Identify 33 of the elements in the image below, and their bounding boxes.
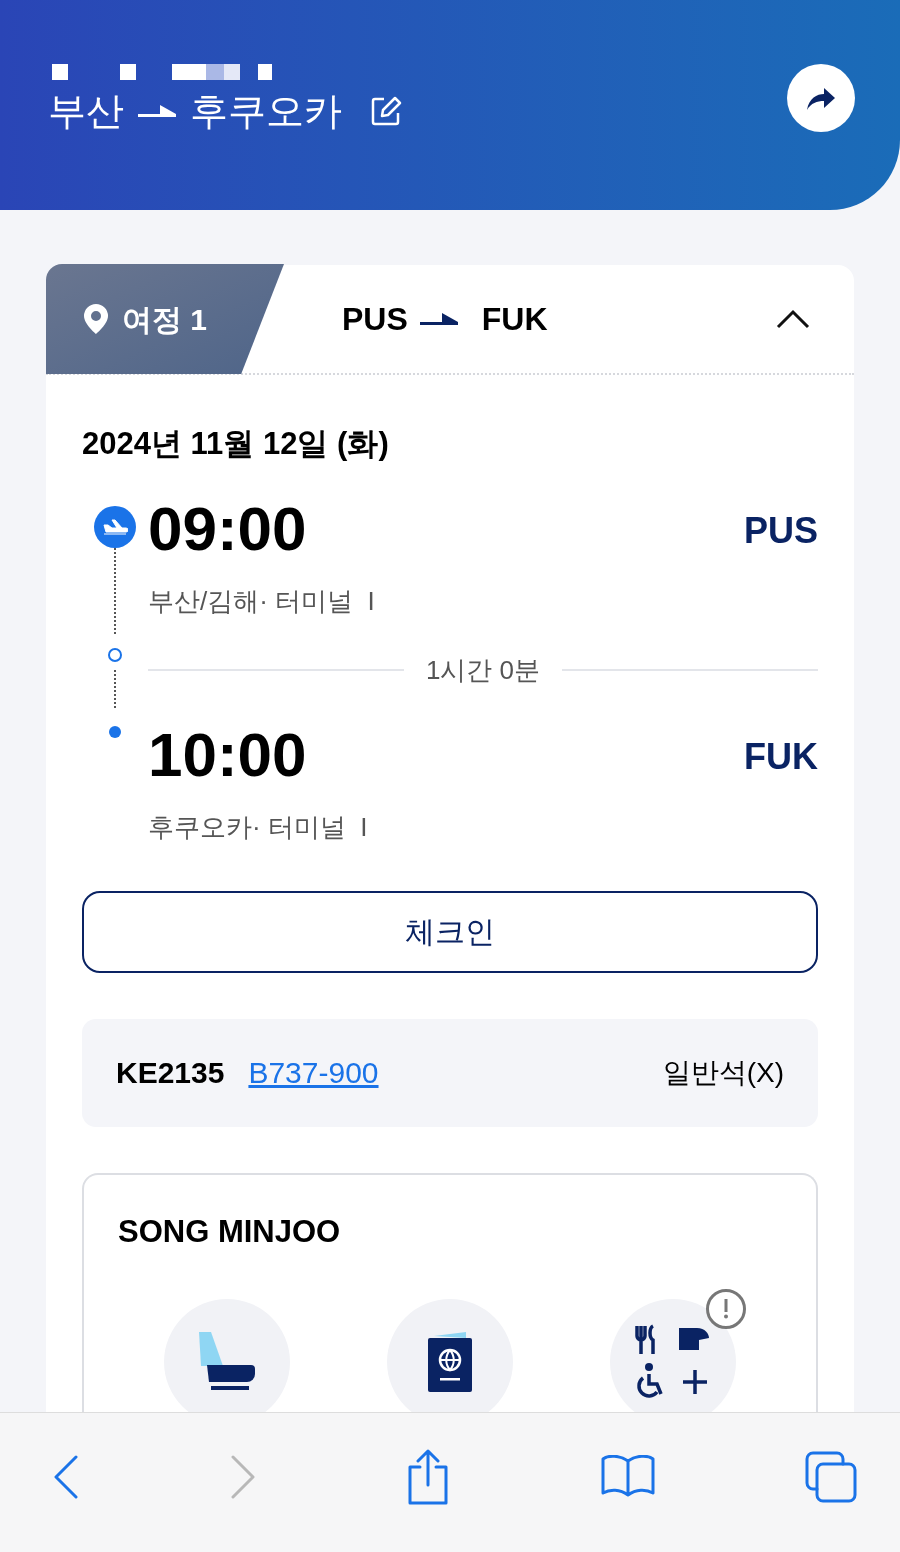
collapse-icon[interactable] <box>776 309 810 329</box>
flight-duration: 1시간 0분 <box>425 653 541 687</box>
checkin-button[interactable]: 체크인 <box>82 890 818 973</box>
arrival-time: 10:00 <box>148 723 307 786</box>
tabs-icon[interactable] <box>804 1451 858 1503</box>
passenger-name: SONG MINJOO <box>118 1212 342 1251</box>
services-icon <box>635 1324 711 1400</box>
departure-terminal: 부산/김해· 터미널 I <box>148 584 376 618</box>
destination-city: 후쿠오카 <box>190 92 342 130</box>
arrival-marker <box>109 725 121 738</box>
stop-marker <box>108 647 122 662</box>
location-pin-icon <box>84 304 108 334</box>
share-arrow-icon <box>807 86 835 110</box>
aircraft-link[interactable]: B737-900 <box>248 1050 379 1095</box>
flight-number: KE2135 <box>116 1055 225 1091</box>
flight-date: 2024년 11월 12일 (화) <box>82 425 390 463</box>
edit-icon[interactable] <box>370 95 402 127</box>
departure-code: PUS <box>743 508 818 553</box>
origin-city: 부산 <box>48 92 124 130</box>
arrival-code: FUK <box>744 734 818 779</box>
departure-icon <box>94 505 136 548</box>
arrow-icon <box>419 313 458 325</box>
seat-icon <box>199 1332 255 1392</box>
destination-code: FUK <box>481 300 548 339</box>
back-icon[interactable] <box>52 1455 80 1499</box>
passport-icon <box>426 1332 474 1392</box>
arrival-terminal: 후쿠오카· 터미널 I <box>148 810 369 844</box>
arrow-icon <box>138 105 176 117</box>
book-icon[interactable] <box>599 1455 656 1499</box>
origin-code: PUS <box>342 300 408 339</box>
cabin-class: 일반석(X) <box>662 1055 784 1090</box>
segment-label: 여정 1 <box>122 301 208 338</box>
departure-time: 09:00 <box>148 497 307 560</box>
